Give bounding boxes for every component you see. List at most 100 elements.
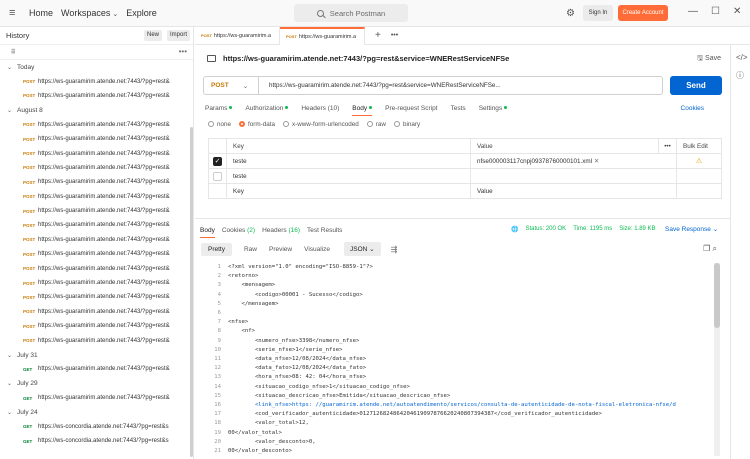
row-check-cell[interactable] (208, 168, 227, 184)
tab-request-2[interactable]: POST https://ws-guaramirim.a (280, 26, 365, 45)
value-placeholder[interactable]: Value (470, 183, 677, 199)
history-item[interactable]: POST https://ws-guaramirim.atende.net:744… (0, 319, 193, 333)
history-item[interactable]: GET https://ws-concordia.atende.net:7443/… (0, 434, 193, 448)
tab-response-headers[interactable]: Headers (16) (262, 227, 300, 234)
history-item[interactable]: POST https://ws-guaramirim.atende.net:744… (0, 132, 193, 146)
view-pretty[interactable]: Pretty (201, 242, 232, 256)
key-cell[interactable]: teste (226, 153, 471, 169)
history-item[interactable]: GET https://ws-guaramirim.atende.net:7443… (0, 391, 193, 405)
history-group[interactable]: ⌄ July 31 (0, 348, 193, 362)
more-icon[interactable]: ••• (179, 47, 187, 56)
history-item[interactable]: POST https://ws-guaramirim.atende.net:744… (0, 333, 193, 347)
history-item[interactable]: POST https://ws-guaramirim.atende.net:744… (0, 175, 193, 189)
method-select[interactable]: POST ⌄ (204, 77, 259, 94)
history-item[interactable]: POST https://ws-guaramirim.atende.net:744… (0, 204, 193, 218)
globe-icon[interactable]: 🌐 (511, 226, 518, 233)
tab-params[interactable]: Params (205, 105, 233, 112)
sign-in-button[interactable]: Sign In (583, 5, 613, 21)
checkbox-checked[interactable]: ✓ (213, 156, 222, 166)
more-icon[interactable]: ••• (658, 138, 677, 154)
history-item[interactable]: POST https://ws-guaramirim.atende.net:744… (0, 190, 193, 204)
response-divider[interactable] (195, 218, 730, 219)
tab-tests[interactable]: Tests (451, 105, 466, 112)
history-group[interactable]: ⌄ Today (0, 60, 193, 74)
nav-workspaces[interactable]: Workspaces ⌄ (61, 8, 118, 18)
request-title[interactable]: https://ws-guaramirim.atende.net:7443/?p… (223, 54, 509, 63)
filter-icon[interactable]: ⩩ (11, 47, 15, 57)
radio-none[interactable]: none (208, 121, 231, 128)
info-icon[interactable]: ⓘ (736, 70, 750, 81)
history-group[interactable]: ⌄ August 8 (0, 103, 193, 117)
history-item[interactable]: POST https://ws-guaramirim.atende.net:744… (0, 89, 193, 103)
history-item[interactable]: POST https://ws-guaramirim.atende.net:744… (0, 290, 193, 304)
editor-scroll-thumb[interactable] (714, 263, 720, 328)
more-tabs-icon[interactable]: ••• (391, 32, 398, 39)
filter-bar[interactable]: ⩩ ••• (0, 44, 193, 60)
history-item[interactable]: POST https://ws-guaramirim.atende.net:744… (0, 261, 193, 275)
menu-icon[interactable]: ≡ (9, 7, 19, 19)
history-item[interactable]: POST https://ws-guaramirim.atende.net:744… (0, 74, 193, 88)
minimize-icon[interactable]: — (688, 6, 698, 17)
value-cell[interactable]: nfse000003117cnpj09378760000101.xml ✕ (470, 153, 677, 169)
key-placeholder[interactable]: Key (226, 183, 471, 199)
editor-scrollbar[interactable] (714, 263, 720, 456)
history-group[interactable]: ⌄ July 24 (0, 405, 193, 419)
maximize-icon[interactable]: ☐ (711, 6, 720, 17)
row-check-cell[interactable]: ✓ (208, 153, 227, 169)
history-group[interactable]: ⌄ July 29 (0, 377, 193, 391)
history-item[interactable]: POST https://ws-guaramirim.atende.net:744… (0, 233, 193, 247)
tab-settings[interactable]: Settings (479, 105, 508, 112)
radio-form-data[interactable]: form-data (239, 121, 275, 128)
save-button[interactable]: 🖫 Save (697, 54, 721, 65)
import-button[interactable]: Import (167, 30, 191, 41)
response-body-editor[interactable]: 1 <?xml version="1.0" encoding="ISO-8859-… (201, 262, 713, 459)
create-account-button[interactable]: Create Account (618, 5, 668, 21)
close-icon[interactable]: ✕ (733, 6, 741, 17)
status-code[interactable]: Status: 200 OK (525, 226, 566, 233)
add-tab-icon[interactable]: + (375, 30, 381, 41)
history-item[interactable]: POST https://ws-guaramirim.atende.net:744… (0, 276, 193, 290)
search-bar[interactable]: Search Postman (294, 4, 408, 22)
tab-authorization[interactable]: Authorization (245, 105, 289, 112)
history-item[interactable]: POST https://ws-guaramirim.atende.net:744… (0, 218, 193, 232)
view-preview[interactable]: Preview (269, 246, 292, 253)
tab-test-results[interactable]: Test Results (307, 227, 342, 234)
history-item[interactable]: POST https://ws-guaramirim.atende.net:744… (0, 146, 193, 160)
tab-body[interactable]: Body (352, 105, 373, 116)
cookies-link[interactable]: Cookies (681, 105, 704, 112)
checkbox-unchecked[interactable] (213, 171, 222, 181)
format-select[interactable]: JSON ⌄ (344, 242, 381, 256)
new-button[interactable]: New (144, 30, 163, 41)
value-cell[interactable] (470, 168, 677, 184)
history-item[interactable]: GET https://ws-concordia.atende.net:7443/… (0, 420, 193, 434)
tab-headers[interactable]: Headers (10) (301, 105, 339, 112)
view-visualize[interactable]: Visualize (304, 246, 330, 253)
wrap-lines-icon[interactable]: ⇶ (391, 245, 398, 254)
nav-home[interactable]: Home (29, 8, 53, 18)
radio-binary[interactable]: binary (393, 121, 420, 128)
history-item[interactable]: POST https://ws-guaramirim.atende.net:744… (0, 118, 193, 132)
radio-raw[interactable]: raw (366, 121, 386, 128)
copy-search-icons[interactable]: ❐ ⌕ (703, 244, 717, 254)
history-item[interactable]: POST https://ws-guaramirim.atende.net:744… (0, 247, 193, 261)
tab-response-body[interactable]: Body (200, 227, 215, 238)
response-size[interactable]: Size: 1.89 KB (619, 226, 655, 233)
response-time[interactable]: Time: 1195 ms (573, 226, 612, 233)
gear-icon[interactable]: ⚙ (566, 8, 575, 19)
bulk-edit-link[interactable]: Bulk Edit (676, 138, 722, 154)
remove-file-icon[interactable]: ✕ (594, 158, 599, 165)
key-cell[interactable]: teste (226, 168, 471, 184)
nav-explore[interactable]: Explore (126, 8, 157, 18)
history-item[interactable]: GET https://ws-guaramirim.atende.net:7443… (0, 362, 193, 376)
history-item[interactable]: POST https://ws-guaramirim.atende.net:744… (0, 161, 193, 175)
history-item[interactable]: POST https://ws-guaramirim.atende.net:744… (0, 305, 193, 319)
save-response-button[interactable]: Save Response ⌄ (665, 225, 718, 233)
tab-request-1[interactable]: POST https://ws-guaramirim.a (195, 26, 280, 45)
code-icon[interactable]: </> (736, 53, 750, 62)
tab-response-cookies[interactable]: Cookies (2) (222, 227, 255, 234)
tab-pre-request-script[interactable]: Pre-request Script (385, 105, 437, 112)
radio-urlencoded[interactable]: x-www-form-urlencoded (282, 121, 359, 128)
sidebar-scrollbar[interactable] (190, 127, 193, 457)
send-button[interactable]: Send (670, 76, 722, 95)
url-input[interactable]: https://ws-guaramirim.atende.net:7443/?p… (259, 82, 501, 89)
